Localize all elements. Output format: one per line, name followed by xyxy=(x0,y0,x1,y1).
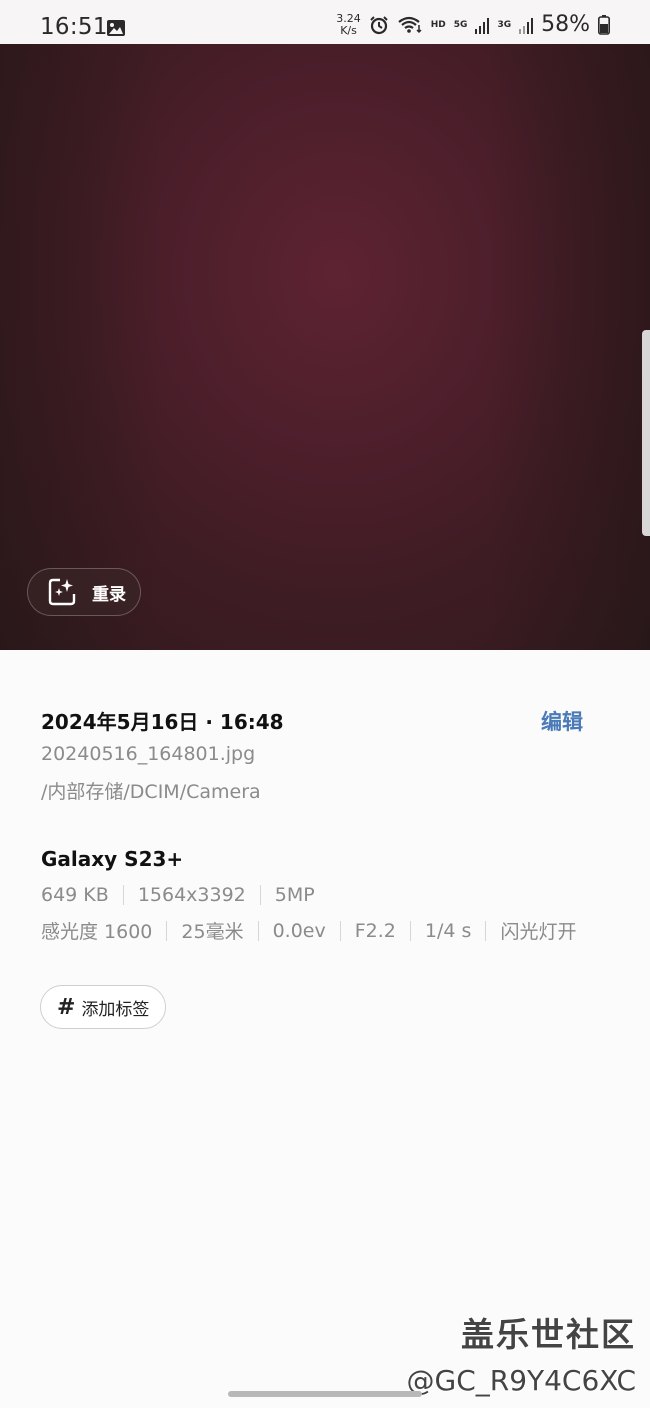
status-bar: 16:51 3.24 K/s HD 5G 3G 58% xyxy=(0,0,650,44)
remaster-label: 重录 xyxy=(92,584,126,605)
camera-device: Galaxy S23+ xyxy=(41,847,184,871)
megapixels: 5MP xyxy=(274,884,315,906)
status-time: 16:51 xyxy=(40,14,108,40)
watermark-user: @GC_R9Y4C6XC xyxy=(406,1364,637,1397)
signal-2-icon xyxy=(519,17,534,34)
scroll-handle[interactable] xyxy=(642,330,650,536)
file-size: 649 KB xyxy=(41,884,109,906)
exposure-value: 0.0ev xyxy=(272,919,326,942)
wifi-icon xyxy=(398,16,422,33)
remaster-button[interactable]: 重录 xyxy=(27,568,141,616)
alarm-icon xyxy=(370,15,388,34)
meta-divider xyxy=(339,920,341,941)
edit-button[interactable]: 编辑 xyxy=(541,706,583,736)
gallery-notification-icon xyxy=(107,20,125,36)
signal-1-icon xyxy=(475,17,490,34)
exif-meta-row: 感光度 1600 25毫米 0.0ev F2.2 1/4 s 闪光灯开 xyxy=(41,917,576,944)
photo-viewer[interactable] xyxy=(0,44,650,650)
meta-divider xyxy=(485,920,487,941)
sparkle-edit-icon xyxy=(48,578,76,606)
file-meta-row: 649 KB 1564x3392 5MP xyxy=(41,884,315,906)
hashtag-icon: # xyxy=(57,994,76,1020)
community-watermark: 盖乐世社区 @GC_R9Y4C6XC xyxy=(407,1308,637,1397)
network-speed-value: 3.24 xyxy=(336,11,361,25)
meta-divider xyxy=(257,920,259,941)
home-indicator[interactable] xyxy=(228,1391,422,1397)
hd-voice-label: HD xyxy=(430,19,446,30)
resolution: 1564x3392 xyxy=(137,884,246,906)
meta-divider xyxy=(166,920,168,941)
meta-divider xyxy=(259,885,261,905)
iso: 感光度 1600 xyxy=(41,921,153,943)
status-icons: 3.24 K/s HD 5G 3G 58% xyxy=(336,12,610,37)
photo-filename: 20240516_164801.jpg xyxy=(41,743,256,765)
network-speed-unit: K/s xyxy=(340,23,357,37)
watermark-brand: 盖乐世社区 xyxy=(461,1315,636,1354)
signal-2-label: 3G xyxy=(497,19,512,30)
details-panel: 2024年5月16日 · 16:48 编辑 20240516_164801.jp… xyxy=(0,650,650,1408)
add-tag-button[interactable]: # 添加标签 xyxy=(40,985,166,1029)
battery-icon xyxy=(598,14,610,35)
photo-image xyxy=(0,44,650,650)
meta-divider xyxy=(409,920,411,941)
add-tag-label: 添加标签 xyxy=(81,999,150,1020)
aperture: F2.2 xyxy=(354,919,396,942)
shutter-speed: 1/4 s xyxy=(424,919,472,942)
photo-datetime: 2024年5月16日 · 16:48 xyxy=(41,710,284,734)
signal-1-label: 5G xyxy=(453,19,468,30)
focal-length: 25毫米 xyxy=(181,921,244,943)
meta-divider xyxy=(122,885,124,905)
flash-status: 闪光灯开 xyxy=(500,921,577,943)
photo-path: /内部存储/DCIM/Camera xyxy=(41,781,261,803)
network-speed: 3.24 K/s xyxy=(336,11,361,37)
battery-percent: 58% xyxy=(541,12,590,37)
